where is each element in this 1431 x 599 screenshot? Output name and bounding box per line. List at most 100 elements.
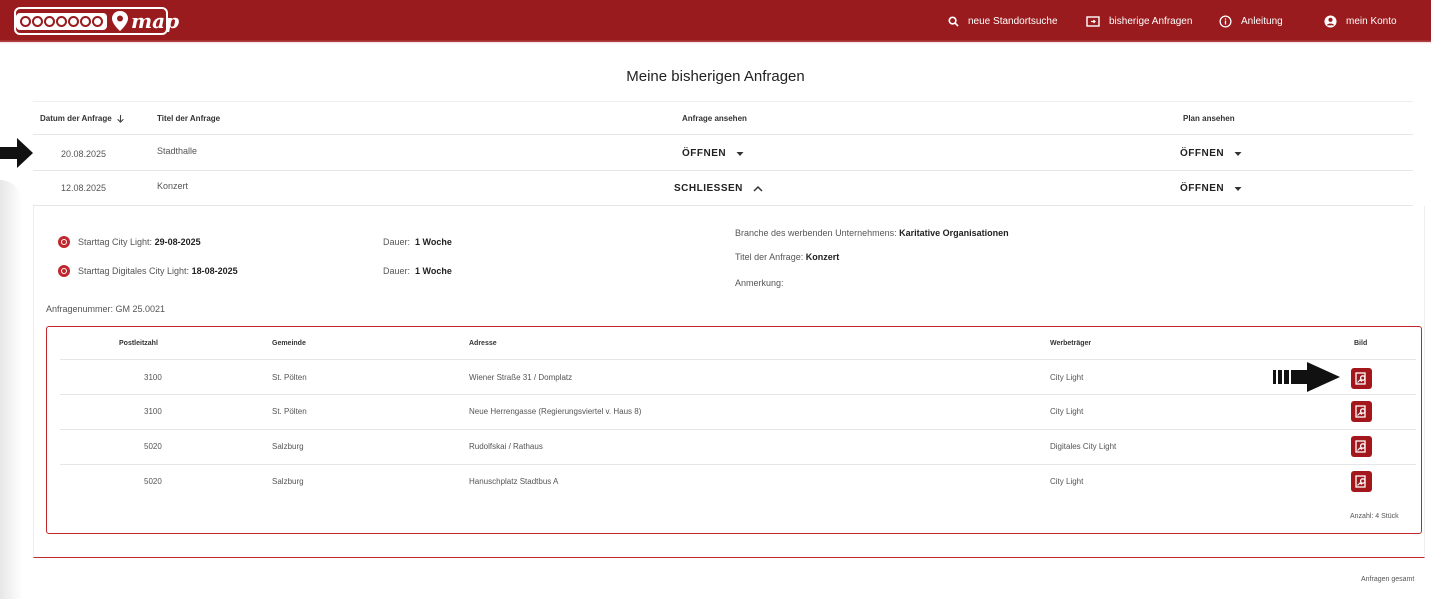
start-digital-label: Starttag Digitales City Light: — [78, 266, 190, 276]
view-image-button[interactable] — [1351, 368, 1372, 389]
header-date-label: Datum der Anfrage — [40, 114, 112, 123]
search-icon — [948, 15, 959, 27]
image-icon — [1355, 475, 1366, 488]
logo-dots — [16, 12, 107, 30]
header-view-plan: Plan ansehen — [1183, 114, 1235, 123]
top-navigation-bar — [0, 0, 1431, 42]
location-address: Hanuschplatz Stadtbus A — [469, 477, 559, 486]
table-row-divider — [60, 394, 1416, 395]
image-icon — [1355, 440, 1366, 453]
location-medium: City Light — [1050, 477, 1084, 486]
caret-down-icon — [1234, 151, 1242, 156]
industry-label: Branche des werbenden Unternehmens: — [735, 228, 897, 238]
folder-icon — [1086, 15, 1100, 27]
open-plan-button[interactable]: ÖFFNEN — [1180, 148, 1242, 159]
start-city-light: Starttag City Light: 29-08-2025 — [78, 237, 201, 247]
open-request-button[interactable]: ÖFFNEN — [682, 148, 744, 159]
location-municipality: Salzburg — [272, 477, 304, 486]
location-zip: 3100 — [144, 373, 162, 382]
location-medium: City Light — [1050, 407, 1084, 416]
view-image-button[interactable] — [1351, 401, 1372, 422]
request-title-label: Titel der Anfrage: — [735, 252, 804, 262]
row-date: 20.08.2025 — [61, 149, 107, 159]
title-divider — [33, 101, 1413, 102]
location-pin-icon — [112, 11, 128, 31]
start-city-light-value: 29-08-2025 — [154, 237, 201, 247]
view-image-button[interactable] — [1351, 471, 1372, 492]
locations-table — [46, 326, 1422, 534]
nav-account[interactable]: mein Konto — [1324, 0, 1397, 42]
location-municipality: St. Pölten — [272, 373, 307, 382]
location-medium: City Light — [1050, 373, 1084, 382]
location-address: Wiener Straße 31 / Domplatz — [469, 373, 573, 382]
row-title: Stadthalle — [157, 146, 198, 156]
row-title: Konzert — [157, 181, 189, 191]
start-digital-value: 18-08-2025 — [191, 266, 238, 276]
header-shadow — [0, 40, 1431, 44]
table-header-divider — [60, 359, 1416, 360]
column-image: Bild — [1354, 340, 1368, 347]
account-icon — [1324, 14, 1337, 28]
location-medium: Digitales City Light — [1050, 442, 1117, 451]
nav-search[interactable]: neue Standortsuche — [948, 0, 1058, 42]
open-plan-label: ÖFFNEN — [1180, 183, 1225, 194]
nav-guide[interactable]: Anleitung — [1219, 0, 1283, 42]
duration-1: Dauer: 1 Woche — [383, 237, 452, 247]
location-municipality: Salzburg — [272, 442, 304, 451]
start-city-light-label: Starttag City Light: — [78, 237, 153, 247]
nav-search-label: neue Standortsuche — [968, 15, 1058, 27]
industry-value: Karitative Organisationen — [899, 228, 1009, 238]
pointer-arrow-icon — [1273, 362, 1340, 392]
image-icon — [1355, 372, 1366, 385]
nav-guide-label: Anleitung — [1241, 15, 1283, 27]
nav-account-label: mein Konto — [1346, 15, 1397, 27]
nav-history[interactable]: bisherige Anfragen — [1086, 0, 1192, 42]
row-date: 12.08.2025 — [61, 183, 107, 193]
location-address: Rudolfskai / Rathaus — [469, 442, 543, 451]
open-plan-label: ÖFFNEN — [1180, 148, 1225, 159]
sort-down-icon[interactable] — [116, 114, 125, 123]
duration-label: Dauer: — [383, 266, 411, 276]
open-plan-button[interactable]: ÖFFNEN — [1180, 183, 1242, 194]
location-zip: 3100 — [144, 407, 162, 416]
row-divider — [33, 170, 1413, 171]
caret-down-icon — [1234, 186, 1242, 191]
pointer-arrow-icon — [0, 138, 33, 168]
brand-logo[interactable]: map — [16, 9, 179, 33]
requests-total: Anfragen gesamt — [1361, 576, 1415, 583]
request-number: Anfragenummer: GM 25.0021 — [46, 304, 166, 314]
request-title-value: Konzert — [805, 252, 840, 262]
industry: Branche des werbenden Unternehmens: Kari… — [735, 228, 1009, 238]
duration-value: 1 Woche — [415, 237, 452, 247]
location-count: Anzahl: 4 Stück — [1350, 513, 1399, 520]
header-view-request: Anfrage ansehen — [682, 114, 747, 123]
info-icon — [1219, 14, 1232, 28]
location-address: Neue Herrengasse (Regierungsviertel v. H… — [469, 407, 642, 416]
column-municipality: Gemeinde — [272, 340, 306, 347]
caret-down-icon — [736, 151, 744, 156]
location-municipality: St. Pölten — [272, 407, 307, 416]
city-light-marker-icon — [58, 236, 70, 248]
duration-2: Dauer: 1 Woche — [383, 266, 452, 276]
page-title: Meine bisherigen Anfragen — [626, 68, 805, 85]
location-zip: 5020 — [144, 442, 162, 451]
view-image-button[interactable] — [1351, 436, 1372, 457]
header-divider — [33, 134, 1413, 135]
close-request-button[interactable]: SCHLIESSEN — [674, 183, 763, 194]
image-icon — [1355, 405, 1366, 418]
header-date[interactable]: Datum der Anfrage — [40, 114, 125, 123]
brand-name: map — [131, 9, 180, 33]
location-zip: 5020 — [144, 477, 162, 486]
note: Anmerkung: — [735, 278, 784, 288]
duration-label: Dauer: — [383, 237, 411, 247]
column-zip: Postleitzahl — [119, 340, 158, 347]
table-row-divider — [60, 464, 1416, 465]
column-address: Adresse — [469, 340, 497, 347]
table-row-divider — [60, 429, 1416, 430]
header-title: Titel der Anfrage — [157, 114, 221, 123]
request-title: Titel der Anfrage: Konzert — [735, 252, 839, 262]
duration-value: 1 Woche — [415, 266, 452, 276]
digital-city-light-marker-icon — [58, 265, 70, 277]
nav-history-label: bisherige Anfragen — [1109, 15, 1193, 27]
close-request-label: SCHLIESSEN — [674, 183, 743, 194]
